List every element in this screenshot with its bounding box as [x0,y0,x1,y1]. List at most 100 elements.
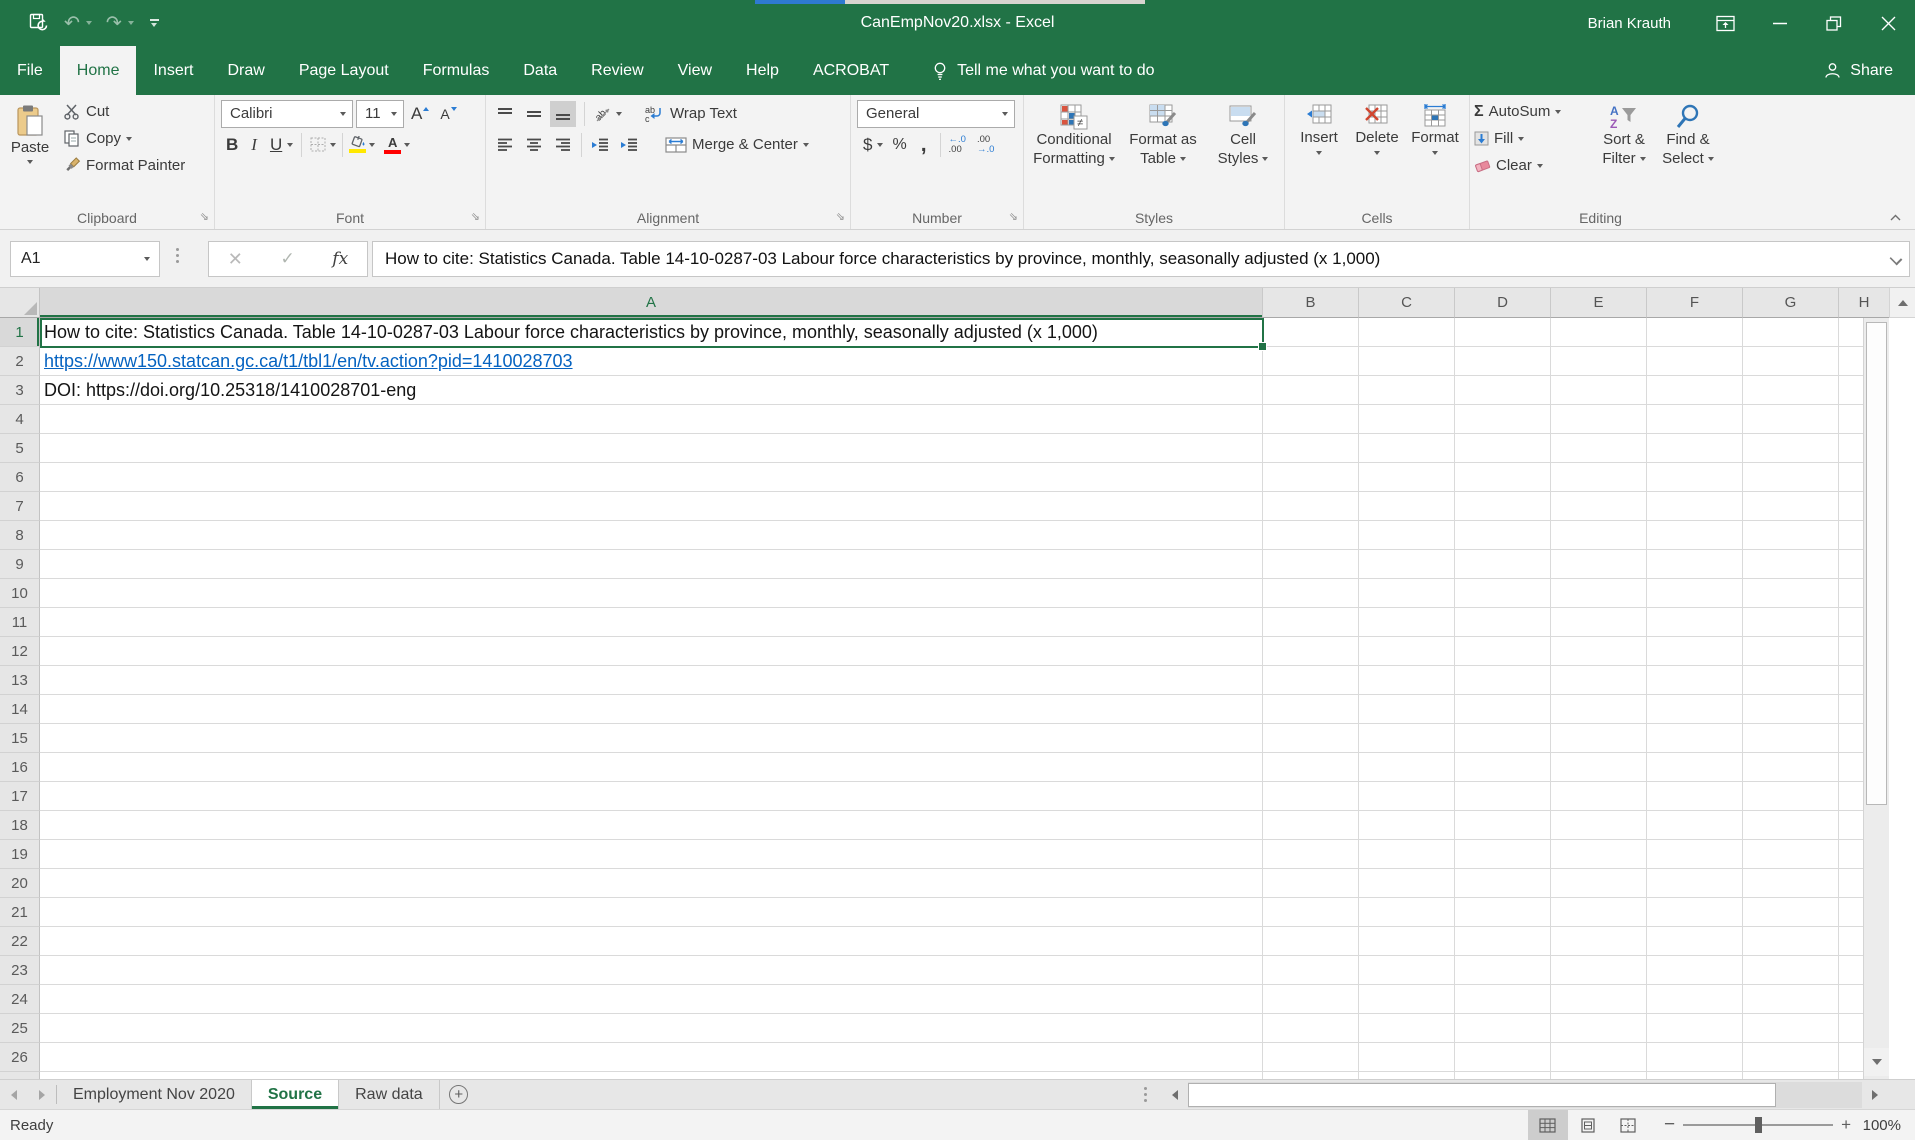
insert-function-icon[interactable]: fx [332,249,348,269]
horizontal-scroll-left-button[interactable] [1162,1082,1188,1108]
vertical-scrollbar[interactable] [1863,318,1889,1079]
font-family-combo[interactable]: Calibri [221,100,353,128]
cell-G22[interactable] [1743,927,1839,956]
column-header-F[interactable]: F [1647,288,1743,318]
cell-D24[interactable] [1455,985,1551,1014]
cell-C23[interactable] [1359,956,1455,985]
cell-C1[interactable] [1359,318,1455,347]
row-header-16[interactable]: 16 [0,753,40,782]
copy-dropdown-icon[interactable] [126,137,132,141]
undo-icon[interactable]: ↶ [64,14,80,33]
cell-F5[interactable] [1647,434,1743,463]
format-dropdown-icon[interactable] [1432,151,1438,155]
confirm-entry-icon[interactable]: ✓ [280,249,294,269]
cell-A2[interactable]: https://www150.statcan.gc.ca/t1/tbl1/en/… [40,347,1263,376]
cell-C2[interactable] [1359,347,1455,376]
previous-sheet-button[interactable] [0,1080,28,1109]
row-header-17[interactable]: 17 [0,782,40,811]
cell-C4[interactable] [1359,405,1455,434]
paste-button[interactable]: Paste [0,98,60,179]
cell-D11[interactable] [1455,608,1551,637]
cell-C13[interactable] [1359,666,1455,695]
hyperlink-A2[interactable]: https://www150.statcan.gc.ca/t1/tbl1/en/… [44,351,573,372]
cell-B9[interactable] [1263,550,1359,579]
cell-F15[interactable] [1647,724,1743,753]
undo-dropdown-icon[interactable] [86,21,92,25]
delete-cells-button[interactable]: Delete [1348,98,1406,155]
cell-B19[interactable] [1263,840,1359,869]
row-header-22[interactable]: 22 [0,927,40,956]
format-cells-button[interactable]: Format [1406,98,1464,155]
cell-F20[interactable] [1647,869,1743,898]
zoom-in-button[interactable]: + [1833,1115,1855,1135]
ribbon-display-options-icon[interactable] [1699,0,1753,46]
cell-C7[interactable] [1359,492,1455,521]
row-header-12[interactable]: 12 [0,637,40,666]
cell-A3[interactable]: DOI: https://doi.org/10.25318/1410028701… [40,376,1263,405]
column-header-E[interactable]: E [1551,288,1647,318]
clear-button[interactable]: Clear [1470,152,1592,179]
cell-D20[interactable] [1455,869,1551,898]
fill-button[interactable]: Fill [1470,125,1592,152]
cell-D25[interactable] [1455,1014,1551,1043]
page-layout-view-button[interactable] [1568,1110,1608,1140]
formula-input[interactable]: How to cite: Statistics Canada. Table 14… [372,241,1910,277]
cell-G20[interactable] [1743,869,1839,898]
percent-button[interactable]: % [886,136,912,154]
row-header-4[interactable]: 4 [0,405,40,434]
cell-A9[interactable] [40,550,1263,579]
cell-A24[interactable] [40,985,1263,1014]
cell-B6[interactable] [1263,463,1359,492]
cell-F23[interactable] [1647,956,1743,985]
cell-B1[interactable] [1263,318,1359,347]
cell-G13[interactable] [1743,666,1839,695]
cell-A16[interactable] [40,753,1263,782]
tab-review[interactable]: Review [574,46,660,95]
cell-F3[interactable] [1647,376,1743,405]
zoom-slider[interactable] [1683,1124,1833,1126]
minimize-button[interactable] [1753,0,1807,46]
cell-E13[interactable] [1551,666,1647,695]
row-header-24[interactable]: 24 [0,985,40,1014]
horizontal-scrollbar-thumb[interactable] [1188,1083,1776,1107]
comma-style-button[interactable]: , [916,140,932,150]
cell-D23[interactable] [1455,956,1551,985]
column-header-D[interactable]: D [1455,288,1551,318]
horizontal-scroll-right-button[interactable] [1862,1082,1888,1108]
row-header-3[interactable]: 3 [0,376,40,405]
cell-F4[interactable] [1647,405,1743,434]
cancel-entry-icon[interactable]: ✕ [228,249,243,270]
row-header-13[interactable]: 13 [0,666,40,695]
cell-G6[interactable] [1743,463,1839,492]
tab-splitter-grip[interactable] [1144,1087,1147,1102]
cell-E26[interactable] [1551,1043,1647,1072]
cell-B20[interactable] [1263,869,1359,898]
cell-G24[interactable] [1743,985,1839,1014]
row-header-21[interactable]: 21 [0,898,40,927]
fill-dropdown-icon[interactable] [1518,137,1524,141]
underline-dropdown-icon[interactable] [287,143,293,147]
column-header-G[interactable]: G [1743,288,1839,318]
tab-draw[interactable]: Draw [210,46,281,95]
name-box[interactable]: A1 [10,241,160,277]
conditional-formatting-button[interactable]: ≠ Conditional Formatting [1028,98,1120,168]
cell-F6[interactable] [1647,463,1743,492]
cell-C20[interactable] [1359,869,1455,898]
column-header-C[interactable]: C [1359,288,1455,318]
merge-center-button[interactable]: Merge & Center [661,131,813,158]
cell-A14[interactable] [40,695,1263,724]
cell-E23[interactable] [1551,956,1647,985]
row-header-2[interactable]: 2 [0,347,40,376]
cell-F17[interactable] [1647,782,1743,811]
cell-B2[interactable] [1263,347,1359,376]
tab-view[interactable]: View [661,46,729,95]
tab-page-layout[interactable]: Page Layout [282,46,406,95]
tab-insert[interactable]: Insert [136,46,210,95]
cell-A8[interactable] [40,521,1263,550]
cell-E19[interactable] [1551,840,1647,869]
cell-C15[interactable] [1359,724,1455,753]
cell-G27[interactable] [1743,1072,1839,1079]
cell-D1[interactable] [1455,318,1551,347]
cell-E20[interactable] [1551,869,1647,898]
cell-D7[interactable] [1455,492,1551,521]
